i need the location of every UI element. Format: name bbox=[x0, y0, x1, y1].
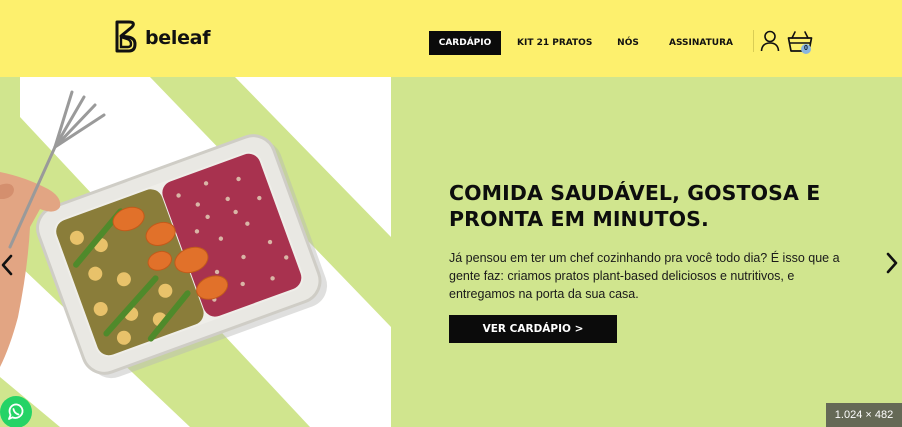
user-icon[interactable] bbox=[760, 30, 780, 52]
nav-item-kit-21-pratos[interactable]: KIT 21 PRATOS bbox=[517, 31, 592, 55]
hero-headline: COMIDA SAUDÁVEL, GOSTOSA E PRONTA EM MIN… bbox=[449, 181, 821, 231]
food-bowl-illustration bbox=[0, 77, 391, 427]
cart-count-badge: 0 bbox=[801, 44, 811, 54]
nav-item-cardapio[interactable]: CARDÁPIO bbox=[429, 31, 501, 55]
nav-divider bbox=[753, 30, 754, 52]
whatsapp-icon[interactable] bbox=[0, 396, 32, 427]
chevron-left-icon[interactable] bbox=[0, 253, 14, 277]
brand-logo[interactable]: beleaf bbox=[112, 20, 210, 54]
hero-banner: COMIDA SAUDÁVEL, GOSTOSA E PRONTA EM MIN… bbox=[0, 77, 902, 427]
nav-item-nos[interactable]: NÓS bbox=[610, 31, 646, 55]
chevron-right-icon[interactable] bbox=[885, 251, 899, 275]
site-header: beleaf CARDÁPIO KIT 21 PRATOS NÓS ASSINA… bbox=[0, 0, 902, 77]
hero-description: Já pensou em ter um chef cozinhando pra … bbox=[449, 251, 840, 301]
hero-image bbox=[0, 77, 391, 427]
ver-cardapio-button[interactable]: VER CARDÁPIO > bbox=[449, 315, 617, 343]
brand-name: beleaf bbox=[145, 26, 211, 49]
beleaf-b-logo-icon bbox=[115, 20, 137, 53]
image-size-badge: 1.024 × 482 bbox=[826, 403, 902, 427]
nav-item-assinatura[interactable]: ASSINATURA bbox=[667, 31, 735, 55]
